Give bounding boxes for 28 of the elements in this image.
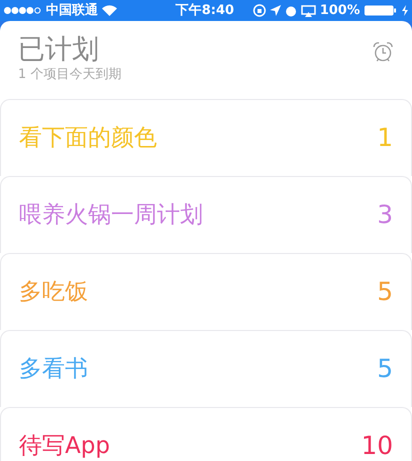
list-row[interactable]: 看下面的颜色 1	[0, 99, 412, 176]
list-name: 看下面的颜色	[19, 124, 157, 153]
item-count: 1	[377, 122, 393, 154]
list-name: 多吃饭	[19, 278, 88, 307]
clock-time: 下午8:40	[176, 2, 234, 20]
charging-icon	[402, 5, 408, 16]
page-title: 已计划	[18, 35, 100, 65]
alarm-clock-icon[interactable]	[372, 41, 394, 63]
item-count: 5	[377, 276, 393, 308]
list-row[interactable]: 喂养火锅一周计划 3	[0, 176, 412, 253]
airplay-icon	[300, 4, 316, 16]
list-name: 待写App	[19, 432, 110, 461]
list-row[interactable]: 待写App 10	[0, 407, 412, 461]
item-count: 3	[377, 199, 393, 232]
list-name: 喂养火锅一周计划	[19, 200, 203, 230]
list-row[interactable]: 多吃饭 5	[0, 253, 412, 330]
rotation-lock-icon	[252, 4, 266, 17]
item-count: 5	[377, 353, 393, 386]
carrier-name: 中国联通	[46, 2, 98, 20]
list-name: 多看书	[19, 354, 88, 384]
battery-percent: 100%	[320, 2, 360, 20]
wifi-icon	[102, 5, 117, 16]
signal-icon	[4, 7, 42, 14]
location-icon	[270, 5, 281, 16]
due-summary: 1 个项目今天到期	[18, 66, 122, 84]
list-row[interactable]: 多看书 5	[0, 330, 412, 407]
item-count: 10	[361, 430, 393, 461]
battery-icon	[364, 5, 398, 16]
